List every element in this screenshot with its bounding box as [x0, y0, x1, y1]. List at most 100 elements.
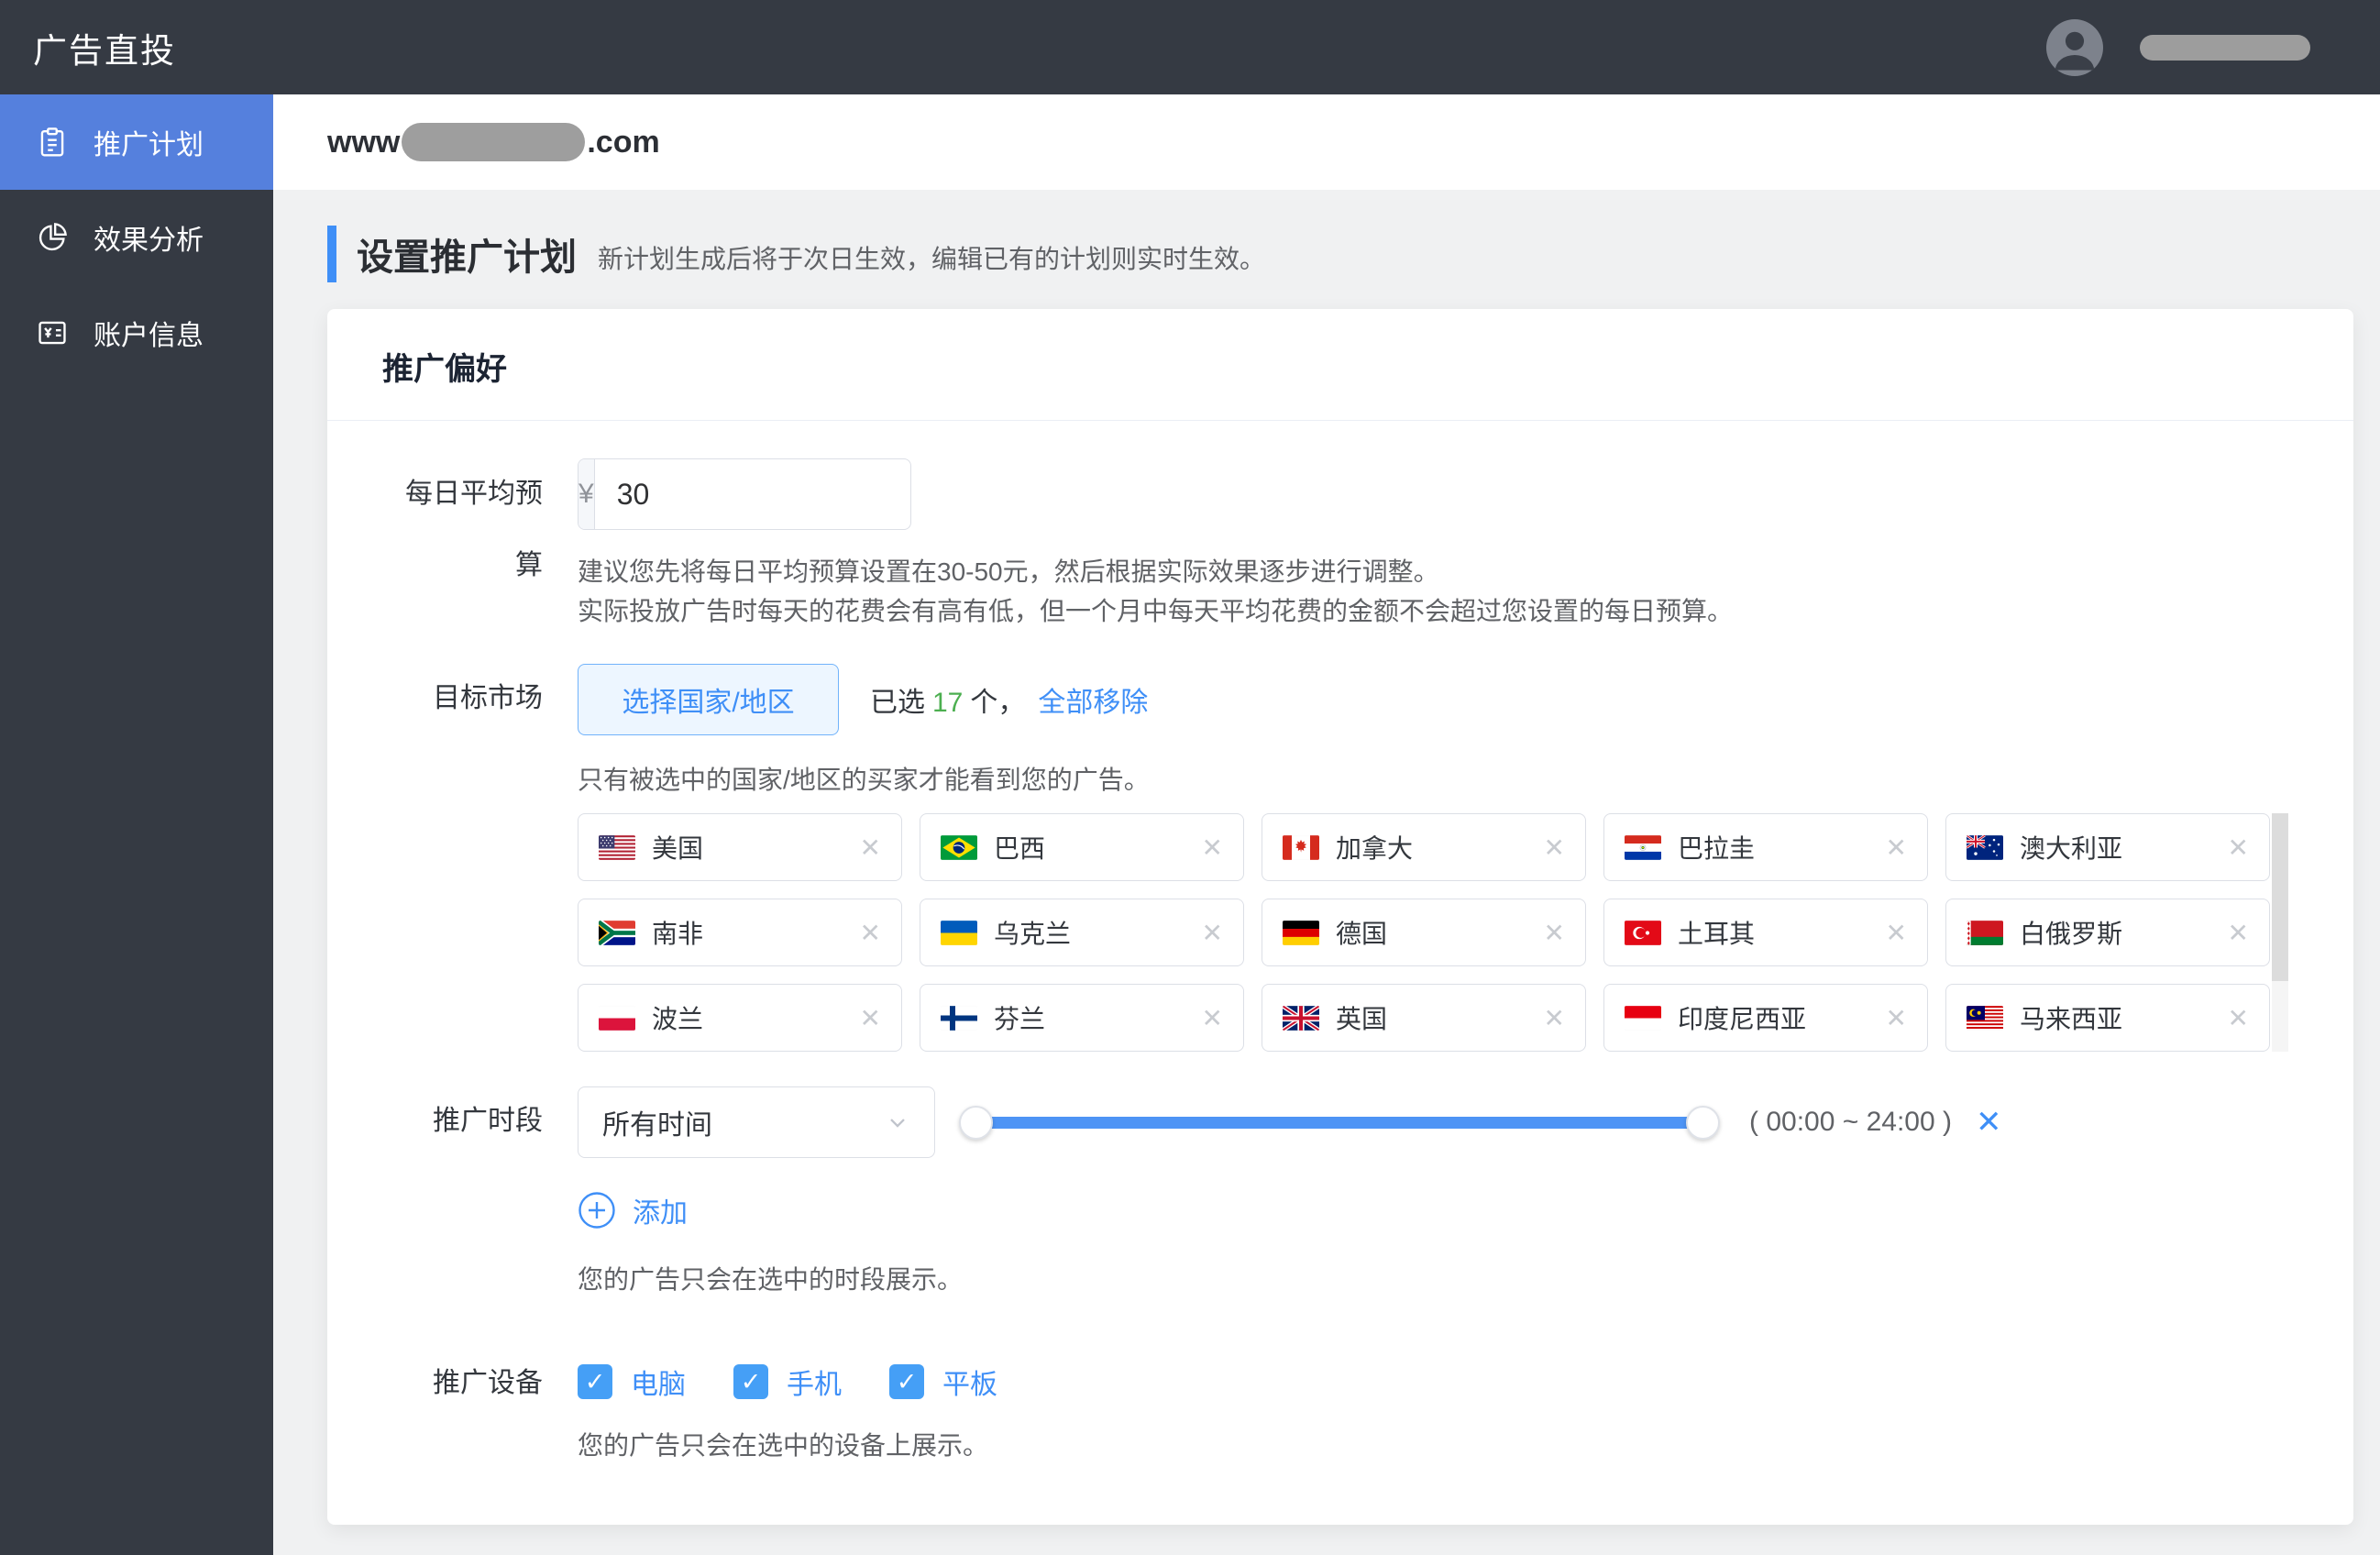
target-market-row: 目标市场 选择国家/地区 已选 17 个， 全部移除 只有被选中的国家/地区的买家才能… [384, 663, 2317, 1052]
remove-country-icon[interactable]: ✕ [2228, 918, 2249, 948]
country-chip-label: 印度尼西亚 [1678, 1005, 1807, 1033]
sidebar-item-account-info[interactable]: 账户信息 [0, 285, 273, 380]
device-checkbox-mobile[interactable]: ✓ 手机 [733, 1362, 842, 1402]
country-chip-label: 美国 [652, 834, 704, 863]
remove-country-icon[interactable]: ✕ [1544, 918, 1565, 948]
remove-country-icon[interactable]: ✕ [1544, 1003, 1565, 1033]
country-chip: 芬兰 ✕ [920, 984, 1244, 1052]
card-divider [327, 420, 2353, 421]
promotion-devices-row: 推广设备 ✓ 电脑 ✓ 手机 ✓ 平板 您的广告只会在选中的设备上展示。 [384, 1362, 2317, 1466]
country-chip: 巴拉圭 ✕ [1603, 813, 1928, 881]
page-title: 设置推广计划 [357, 237, 577, 278]
country-chip-label: 马来西亚 [2020, 1005, 2123, 1033]
flag-icon-au [1967, 834, 2003, 860]
remove-country-icon[interactable]: ✕ [860, 1003, 881, 1033]
country-chip: 土耳其 ✕ [1603, 899, 1928, 966]
avatar [2046, 18, 2103, 76]
schedule-hint: 您的广告只会在选中的时段展示。 [578, 1265, 964, 1294]
flag-icon-by [1967, 920, 2003, 945]
country-chip: 乌克兰 ✕ [920, 899, 1244, 966]
scrollbar-thumb[interactable] [2272, 813, 2288, 981]
remove-country-icon[interactable]: ✕ [1886, 833, 1907, 863]
country-chip-label: 南非 [652, 920, 704, 948]
add-time-period-button[interactable]: 添加 [578, 1190, 2317, 1230]
country-chip: 马来西亚 ✕ [1945, 984, 2270, 1052]
flag-icon-us [599, 834, 635, 860]
page-subtitle: 新计划生成后将于次日生效，编辑已有的计划则实时生效。 [598, 245, 1266, 273]
topbar: 广告直投 [0, 0, 2380, 94]
country-chip: 英国 ✕ [1262, 984, 1586, 1052]
page-header: 设置推广计划 新计划生成后将于次日生效，编辑已有的计划则实时生效。 [327, 225, 1265, 283]
remove-country-icon[interactable]: ✕ [1544, 833, 1565, 863]
daily-budget-label: 每日平均预算 [405, 479, 543, 580]
user-name-redacted [2140, 34, 2310, 61]
remove-country-icon[interactable]: ✕ [1202, 833, 1223, 863]
currency-symbol: ¥ [578, 459, 595, 529]
flag-icon-za [599, 920, 635, 945]
sidebar-item-performance-analysis[interactable]: 效果分析 [0, 190, 273, 285]
app-root: 广告直投 推广计划 效果分析 账户信息 www .com 设置推广计划 新计划生… [0, 0, 2380, 1555]
promotion-preferences-card: 推广偏好 每日平均预算 ¥ 建议您先将每日平均预算设置在30-50元，然后根据实… [327, 309, 2353, 1525]
chevron-down-icon [890, 1119, 905, 1128]
slider-handle-end[interactable] [1686, 1106, 1720, 1140]
flag-icon-id [1625, 1005, 1661, 1031]
country-chip-label: 巴拉圭 [1678, 834, 1756, 863]
sidebar-item-label: 账户信息 [94, 321, 204, 351]
country-chip-label: 英国 [1336, 1005, 1388, 1033]
country-chip-area: 美国 ✕ 巴西 ✕ 加拿大 ✕ 巴拉圭 ✕ 澳大利亚 ✕ 南非 ✕ 乌克兰 ✕ 德国 ✕ 土耳其 ✕ 白俄罗斯 ✕ 波兰… [578, 813, 2288, 1052]
site-url-prefix: www [327, 124, 401, 160]
time-period-dropdown[interactable]: 所有时间 [578, 1086, 935, 1158]
remove-country-icon[interactable]: ✕ [1202, 1003, 1223, 1033]
remove-all-link[interactable]: 全部移除 [1038, 688, 1148, 718]
time-period-value: 所有时间 [602, 1110, 712, 1141]
country-chip: 白俄罗斯 ✕ [1945, 899, 2270, 966]
country-chip-label: 波兰 [652, 1005, 704, 1033]
user-menu[interactable] [2046, 0, 2310, 94]
remove-country-icon[interactable]: ✕ [2228, 1003, 2249, 1033]
country-chip: 南非 ✕ [578, 899, 902, 966]
checkbox-checked-icon: ✓ [733, 1364, 768, 1399]
promotion-schedule-label: 推广时段 [433, 1106, 543, 1136]
sidebar-item-promotion-plan[interactable]: 推广计划 [0, 94, 273, 190]
remove-time-period-icon[interactable]: ✕ [1976, 1104, 2002, 1141]
budget-hint-1: 建议您先将每日平均预算设置在30-50元，然后根据实际效果逐步进行调整。 [578, 557, 1439, 586]
country-chip-label: 乌克兰 [994, 920, 1072, 948]
target-market-label: 目标市场 [433, 683, 543, 713]
flag-icon-pl [599, 1005, 635, 1031]
country-chip: 德国 ✕ [1262, 899, 1586, 966]
flag-icon-tr [1625, 920, 1661, 945]
flag-icon-py [1625, 834, 1661, 860]
slider-handle-start[interactable] [959, 1106, 993, 1140]
remove-country-icon[interactable]: ✕ [860, 833, 881, 863]
remove-country-icon[interactable]: ✕ [2228, 833, 2249, 863]
flag-icon-fi [941, 1005, 977, 1031]
site-header: www .com [273, 94, 2380, 190]
flag-icon-gb [1283, 1005, 1319, 1031]
time-range-text: ( 00:00 ~ 24:00 ) [1749, 1107, 1952, 1137]
select-country-button[interactable]: 选择国家/地区 [578, 664, 839, 735]
person-icon [2055, 31, 2095, 71]
country-chip: 巴西 ✕ [920, 813, 1244, 881]
pie-chart-icon [35, 220, 70, 255]
device-checkbox-computer[interactable]: ✓ 电脑 [578, 1362, 686, 1402]
account-card-icon [35, 315, 70, 350]
country-chip-label: 德国 [1336, 920, 1388, 948]
promotion-schedule-row: 推广时段 所有时间 ( 00:00 ~ 24:00 ) ✕ 添加 您的广告只会在… [384, 1086, 2317, 1300]
remove-country-icon[interactable]: ✕ [1886, 918, 1907, 948]
device-checkbox-tablet[interactable]: ✓ 平板 [889, 1362, 997, 1402]
app-title: 广告直投 [33, 31, 176, 70]
flag-icon-ua [941, 920, 977, 945]
chip-list-scrollbar [2272, 813, 2288, 1052]
remove-country-icon[interactable]: ✕ [1886, 1003, 1907, 1033]
country-chip: 澳大利亚 ✕ [1945, 813, 2270, 881]
sidebar-item-label: 推广计划 [94, 130, 204, 160]
time-range-slider[interactable] [959, 1086, 1720, 1159]
flag-icon-ca [1283, 834, 1319, 860]
remove-country-icon[interactable]: ✕ [860, 918, 881, 948]
remove-country-icon[interactable]: ✕ [1202, 918, 1223, 948]
budget-input[interactable] [594, 459, 910, 529]
country-chip: 印度尼西亚 ✕ [1603, 984, 1928, 1052]
country-chip: 波兰 ✕ [578, 984, 902, 1052]
country-chip-label: 澳大利亚 [2020, 834, 2123, 863]
checkbox-checked-icon: ✓ [578, 1364, 612, 1399]
